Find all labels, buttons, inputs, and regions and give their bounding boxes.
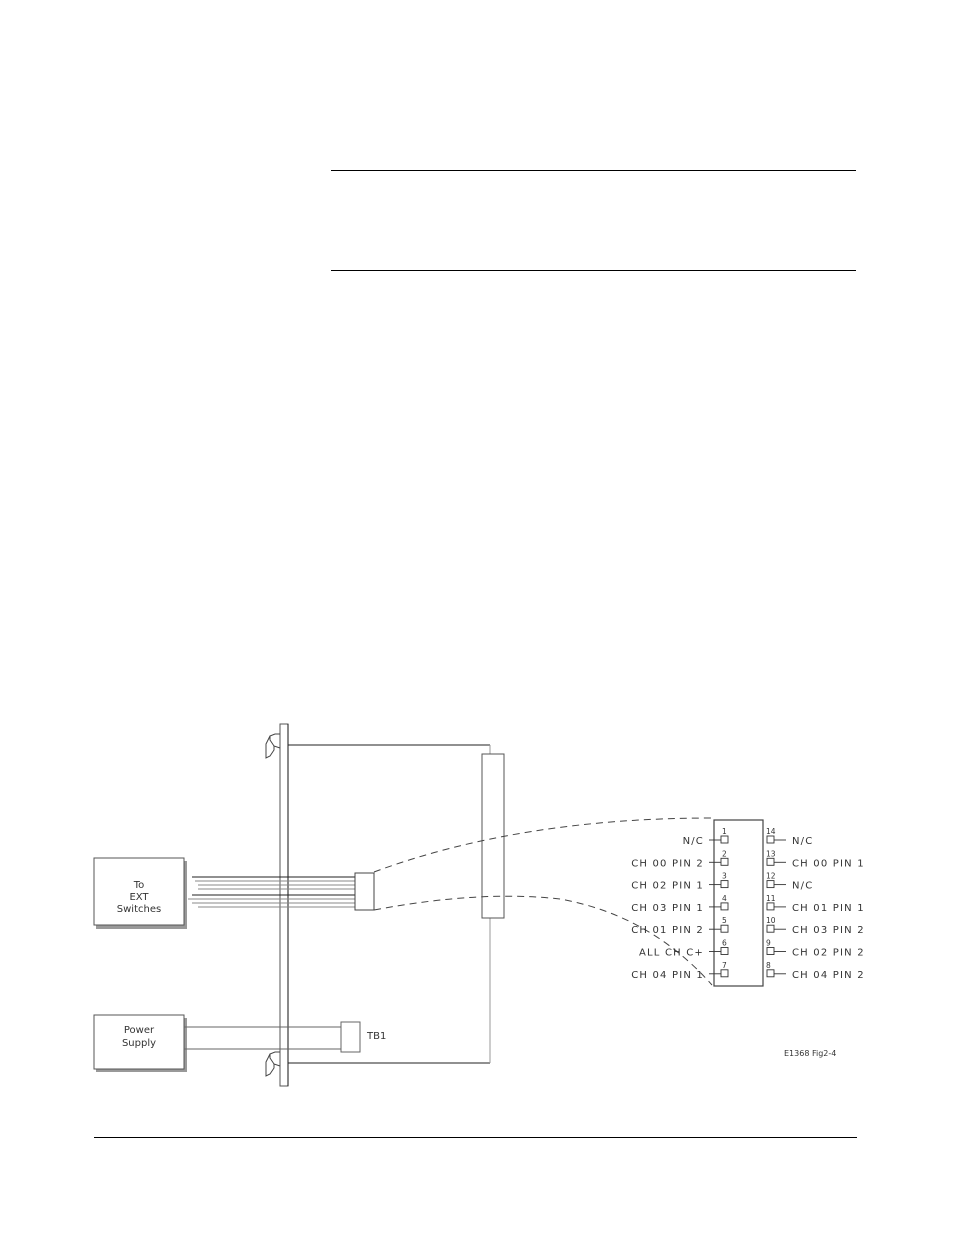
- pin-number: 14: [766, 827, 776, 836]
- pin-pad: [720, 947, 729, 955]
- pin-row-right: 12 N/C: [766, 872, 813, 892]
- pin-pad: [720, 880, 729, 889]
- ribbon-cable: [188, 876, 355, 908]
- board-connector: [481, 753, 505, 919]
- pin-pad: [720, 969, 729, 978]
- pin-label: CH 02 PIN 1: [631, 881, 704, 892]
- pin-label: CH 04 PIN 1: [631, 970, 704, 981]
- circuit-board-outline: [288, 744, 491, 1064]
- ext-switches-label-2: EXT: [129, 892, 149, 903]
- pin-pad: [720, 924, 729, 933]
- pin-label: CH 01 PIN 2: [631, 925, 704, 936]
- pin-number: 3: [722, 872, 727, 881]
- pin-pad: [766, 924, 775, 933]
- power-cable: [184, 1026, 341, 1050]
- figure-id: E1368 Fig2-4: [784, 1049, 836, 1058]
- pin-pad: [766, 835, 775, 844]
- pin-label: CH 01 PIN 1: [792, 903, 865, 914]
- pin-pad: [766, 947, 775, 955]
- pin-row-right: 9 CH 02 PIN 2: [766, 939, 865, 959]
- pin-row-right: 10 CH 03 PIN 2: [766, 916, 865, 936]
- pin-label: CH 04 PIN 2: [792, 970, 865, 981]
- pin-label: CH 03 PIN 1: [631, 903, 704, 914]
- right-pin-column: 14 N/C 13 CH 00 PIN 1 12 N/C 11 CH 01 PIN 1 10 CH…: [766, 827, 865, 981]
- pin-number: 1: [722, 827, 727, 836]
- tb1-terminal-block: [340, 1021, 361, 1053]
- ext-switches-label-3: Switches: [117, 904, 161, 915]
- callout-dashed-lines: [373, 817, 713, 986]
- pin-label: N/C: [683, 836, 704, 847]
- pin-row-right: 8 CH 04 PIN 2: [766, 961, 865, 981]
- pin-number: 2: [722, 849, 727, 858]
- pin-label: CH 00 PIN 2: [631, 858, 704, 869]
- tb1-label: TB1: [366, 1031, 386, 1042]
- pin-number: 10: [766, 916, 776, 925]
- pin-pad: [720, 835, 729, 844]
- pin-pad: [766, 969, 775, 978]
- pin-number: 5: [722, 916, 727, 925]
- pin-row-right: 14 N/C: [766, 827, 813, 847]
- pin-label: CH 03 PIN 2: [792, 925, 865, 936]
- power-supply-label-1: Power: [124, 1025, 155, 1036]
- pin-pad: [720, 857, 729, 866]
- power-supply-label-2: Supply: [122, 1038, 156, 1049]
- pin-number: 6: [722, 939, 727, 948]
- pin-pad: [766, 902, 775, 911]
- power-supply-block: Power Supply: [93, 1014, 187, 1072]
- pin-row-right: 13 CH 00 PIN 1: [766, 849, 865, 869]
- pin-label: CH 02 PIN 2: [792, 948, 865, 959]
- pin-number: 12: [766, 872, 776, 881]
- pin-number: 13: [766, 849, 776, 858]
- ribbon-connector: [354, 872, 375, 911]
- front-panel: [279, 723, 289, 1087]
- ext-switches-block: To EXT Switches: [93, 857, 187, 929]
- pin-number: 7: [722, 961, 727, 970]
- pin-pad: [766, 880, 775, 889]
- pin-number: 8: [766, 961, 771, 970]
- top-ejector-handle: [265, 733, 281, 759]
- footer-rule: [94, 1137, 857, 1138]
- pin-row-right: 11 CH 01 PIN 1: [766, 894, 865, 914]
- pin-label: ALL CH C+: [639, 948, 704, 959]
- wiring-diagram: To EXT Switches Power Supply TB1 1 N/C 2 CH…: [93, 723, 865, 1087]
- pin-label: N/C: [792, 836, 813, 847]
- pin-number: 11: [766, 894, 776, 903]
- pin-pad: [766, 857, 775, 866]
- pin-label: CH 00 PIN 1: [792, 858, 865, 869]
- bottom-ejector-handle: [265, 1051, 281, 1077]
- pin-pad: [720, 902, 729, 911]
- ext-switches-label-1: To: [133, 880, 145, 891]
- pin-label: N/C: [792, 881, 813, 892]
- pin-number: 9: [766, 939, 771, 948]
- pin-number: 4: [722, 894, 727, 903]
